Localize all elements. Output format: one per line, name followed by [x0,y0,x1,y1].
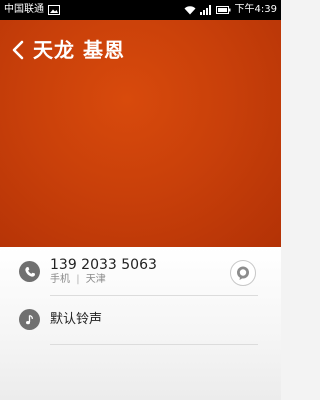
message-icon [237,266,249,280]
ringtone-row[interactable]: 默认铃声 [0,297,281,347]
status-left: 中国联通 [4,0,60,20]
ringtone-label: 默认铃声 [50,312,103,327]
image-icon [48,5,60,15]
contact-name: 天龙 基恩 [33,38,125,62]
phone-icon [19,261,40,282]
message-button[interactable] [230,260,256,286]
phone-separator: | [76,274,80,285]
divider [50,344,258,345]
carrier-label: 中国联通 [4,4,44,15]
music-note-icon [19,309,40,330]
phone-number: 139 2033 5063 [50,257,157,273]
clock: 下午4:39 [234,4,277,15]
phone-meta: 手机 | 天津 [50,274,106,286]
back-button[interactable] [8,38,28,62]
phone-row[interactable]: 139 2033 5063 手机 | 天津 [0,247,281,297]
wifi-icon [184,6,196,15]
phone-type: 手机 [50,274,70,285]
phone-location: 天津 [85,274,106,285]
back-arrow-icon [12,40,24,60]
status-bar: 中国联通 下午4:39 [0,0,281,20]
status-right: 下午4:39 [184,0,277,20]
divider [50,295,258,296]
contact-details: 139 2033 5063 手机 | 天津 默认铃声 [0,247,281,400]
signal-icon [199,5,211,15]
contact-header: 天龙 基恩 [0,20,281,247]
battery-icon [215,6,231,14]
